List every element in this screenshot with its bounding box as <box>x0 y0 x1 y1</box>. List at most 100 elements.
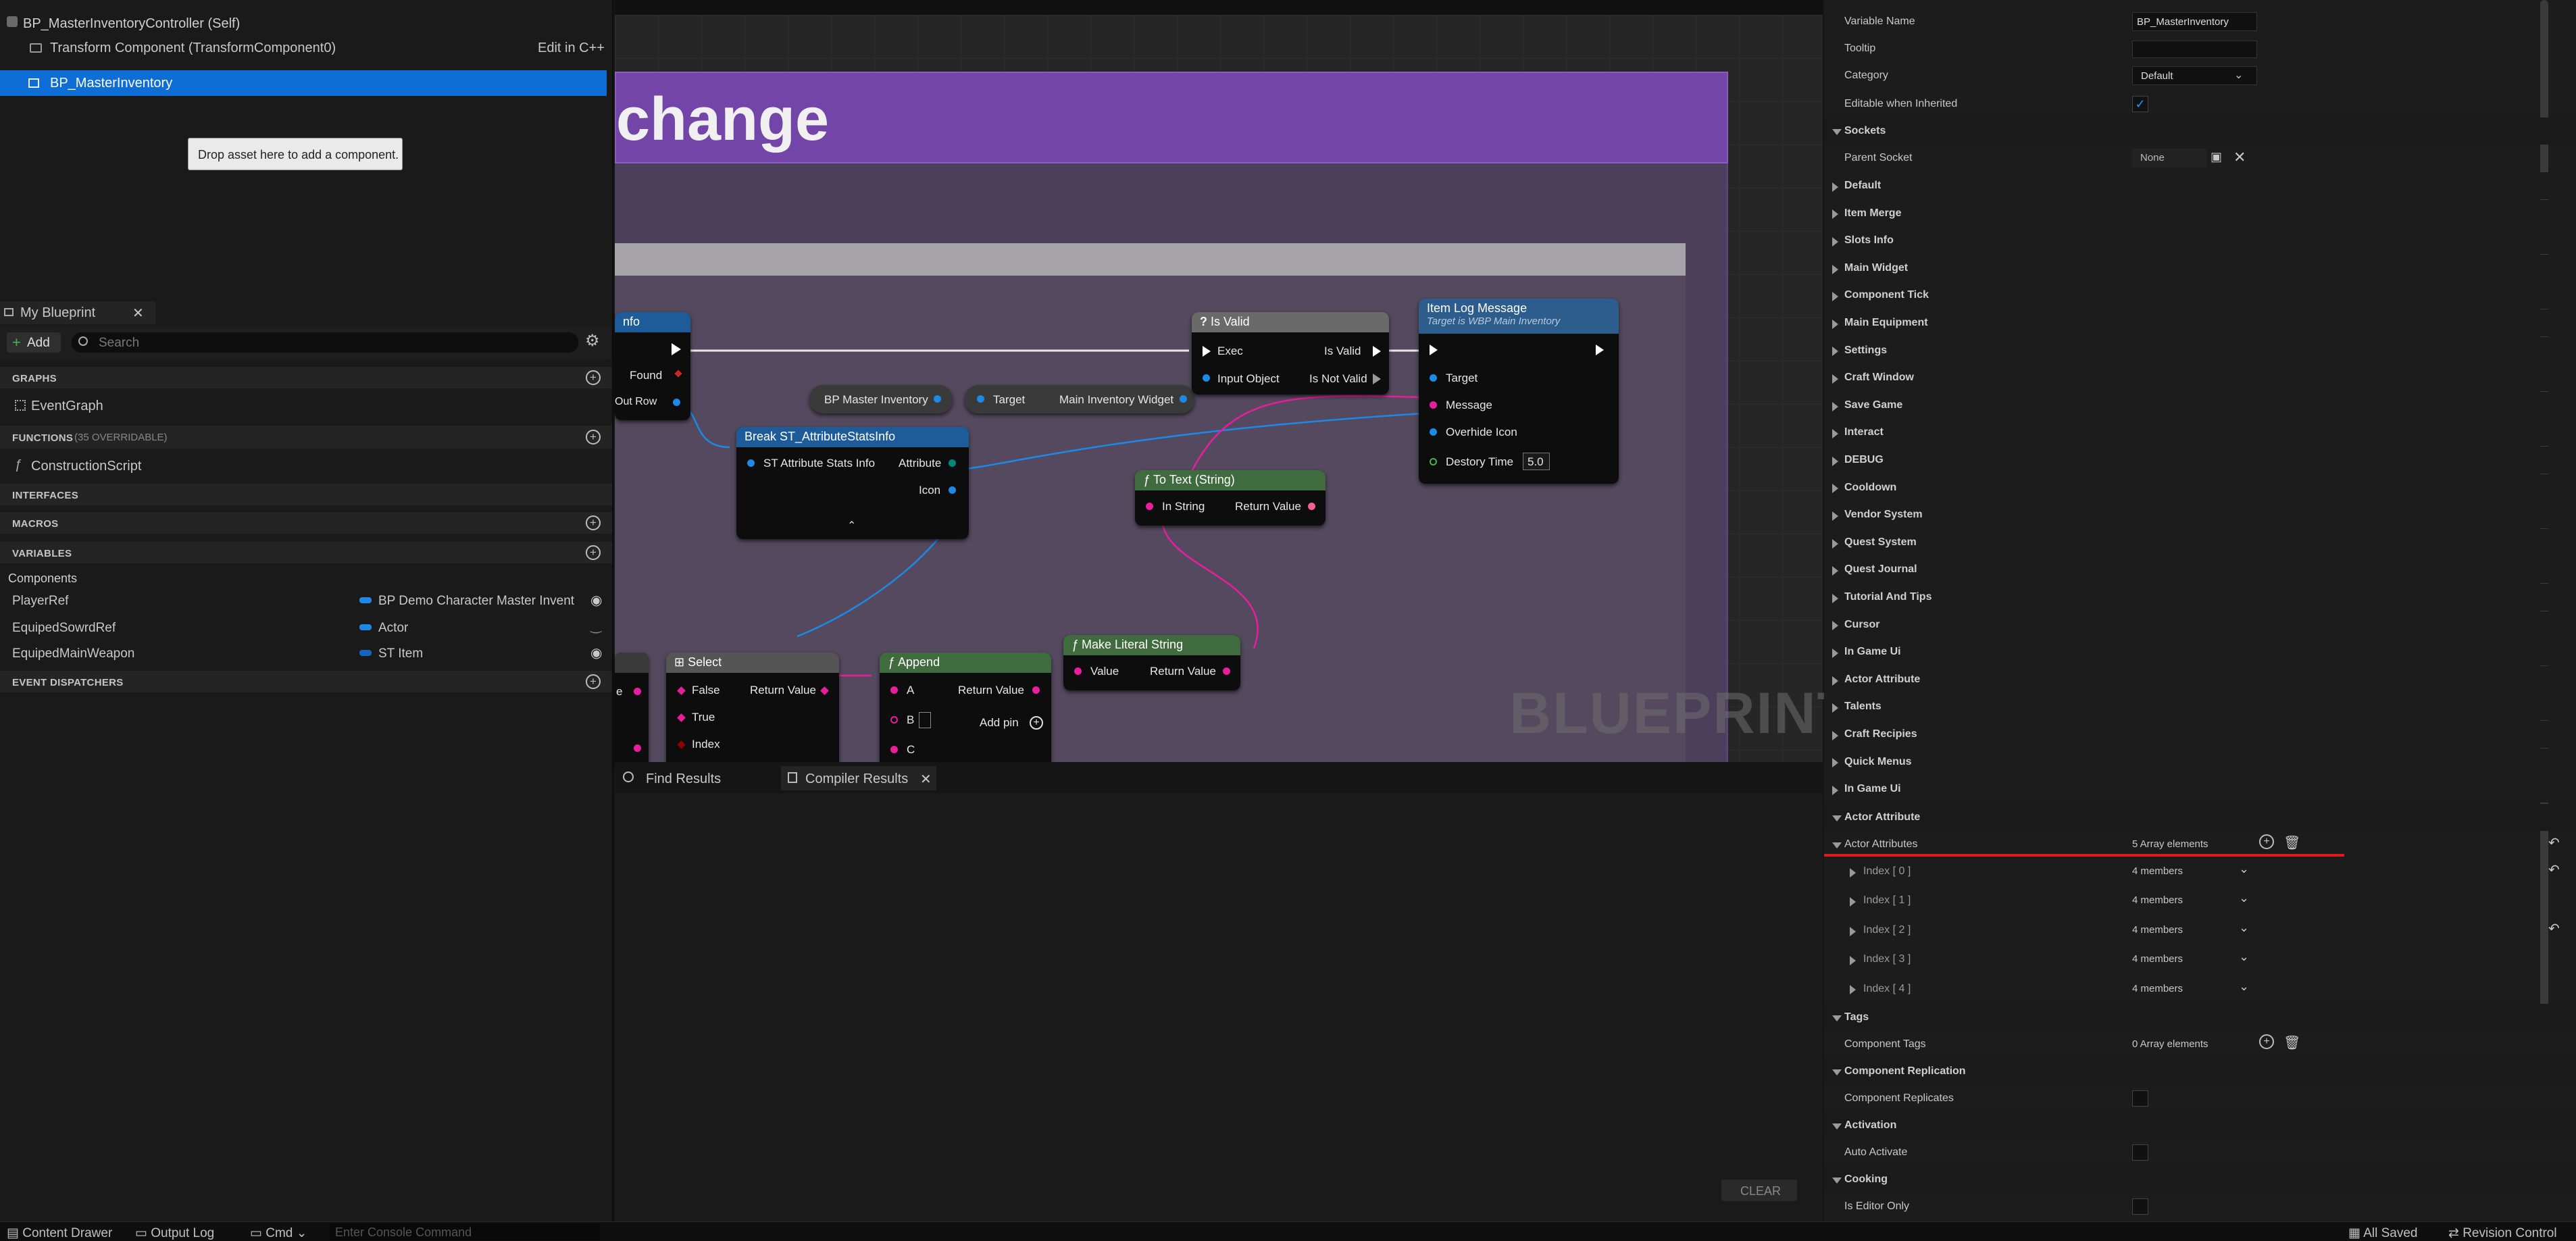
auto-activate-checkbox[interactable] <box>2132 1144 2148 1161</box>
details-category-header[interactable]: Tutorial And Tips <box>1824 584 2576 611</box>
sockets-header[interactable]: Sockets <box>1824 118 2576 145</box>
details-category-header[interactable]: Talents <box>1824 693 2576 721</box>
details-category-header[interactable]: Craft Recipies <box>1824 721 2576 748</box>
details-category-header[interactable]: Quest Journal <box>1824 556 2576 584</box>
partial-node[interactable]: e <box>615 653 649 769</box>
array-index-row[interactable]: Index [ 0 ] 4 members ⌄ ↶ <box>1824 858 2576 885</box>
getter-out-pin[interactable] <box>934 395 941 403</box>
add-element-icon[interactable]: + <box>2259 834 2274 849</box>
a-pin[interactable] <box>890 686 898 694</box>
variable-row[interactable]: EquipedMainWeapon ST Item ◉ <box>0 642 612 665</box>
gear-icon[interactable]: ⚙ <box>585 331 600 351</box>
is-valid-exec-pin[interactable] <box>1373 346 1381 357</box>
chevron-down-icon[interactable]: ⌄ <box>2239 891 2249 905</box>
details-category-header[interactable]: Craft Window <box>1824 364 2576 392</box>
item-log-message-node[interactable]: Item Log Message Target is WBP Main Inve… <box>1419 299 1619 484</box>
editor-only-checkbox[interactable] <box>2132 1198 2148 1215</box>
b-pin[interactable] <box>890 716 898 724</box>
details-category-header[interactable]: In Game Ui <box>1824 638 2576 666</box>
target-pin[interactable] <box>1430 374 1437 382</box>
add-pin-icon[interactable]: + <box>1030 716 1043 730</box>
variable-type[interactable]: Actor <box>378 621 408 636</box>
close-tab-icon[interactable]: ✕ <box>920 771 932 788</box>
macros-section-header[interactable]: MACROS + <box>0 512 612 534</box>
details-category-header[interactable]: Cursor <box>1824 611 2576 638</box>
interfaces-section-header[interactable]: INTERFACES <box>0 484 612 505</box>
c-pin[interactable] <box>890 746 898 753</box>
details-category-header[interactable]: Settings <box>1824 336 2576 364</box>
details-category-header[interactable]: Main Equipment <box>1824 309 2576 336</box>
array-index-row[interactable]: Index [ 4 ] 4 members ⌄ <box>1824 976 2576 1003</box>
details-category-header[interactable]: Main Widget <box>1824 254 2576 282</box>
details-category-header[interactable]: Default <box>1824 172 2576 199</box>
main-inventory-widget-getter[interactable]: Target Main Inventory Widget <box>965 385 1194 413</box>
variable-row[interactable]: EquipedSowrdRef Actor ‿ <box>0 616 612 639</box>
struct-in-pin[interactable] <box>747 459 755 467</box>
parent-socket-field[interactable]: None <box>2132 149 2206 168</box>
widget-out-pin[interactable] <box>1180 395 1187 403</box>
details-category-header[interactable]: Interact <box>1824 419 2576 447</box>
make-literal-string-node[interactable]: ƒ Make Literal String Value Return Value <box>1063 635 1240 690</box>
trash-icon[interactable]: 🗑 <box>2283 834 2300 851</box>
cmd-dropdown[interactable]: ▭ Cmd ⌄ <box>250 1225 307 1241</box>
exec-in-pin[interactable] <box>1203 346 1211 357</box>
return-value-pin[interactable] <box>1032 686 1040 694</box>
add-function-icon[interactable]: + <box>586 430 601 445</box>
revision-control-button[interactable]: ⇄ Revision Control <box>2448 1225 2557 1241</box>
b-text-input[interactable] <box>919 712 931 728</box>
true-pin[interactable] <box>677 713 686 722</box>
category-combo[interactable]: Default ⌄ <box>2132 66 2257 85</box>
replicates-checkbox[interactable] <box>2132 1090 2148 1107</box>
exec-in-pin[interactable] <box>1430 345 1438 355</box>
compiler-results-tab[interactable]: Compiler Results ✕ <box>781 766 936 790</box>
variable-row[interactable]: PlayerRef BP Demo Character Master Inven… <box>0 589 612 612</box>
clear-button[interactable]: CLEAR <box>1721 1180 1797 1201</box>
console-input[interactable]: Enter Console Command <box>330 1223 600 1240</box>
chevron-down-icon[interactable] <box>1832 840 1842 852</box>
details-category-header[interactable]: In Game Ui <box>1824 776 2576 803</box>
array-index-row[interactable]: Index [ 3 ] 4 members ⌄ <box>1824 946 2576 973</box>
attribute-pin[interactable] <box>949 459 956 467</box>
append-node[interactable]: ƒ Append A Return Value B Add pin + C <box>880 653 1051 769</box>
destory-time-input[interactable]: 5.0 <box>1523 453 1550 470</box>
details-category-header[interactable]: DEBUG <box>1824 447 2576 474</box>
index-pin[interactable] <box>677 740 686 749</box>
details-category-header[interactable]: Quest System <box>1824 528 2576 556</box>
details-category-header[interactable]: Cooldown <box>1824 474 2576 501</box>
bp-master-inventory-getter[interactable]: BP Master Inventory <box>809 385 953 413</box>
browse-icon[interactable]: ▣ <box>2211 150 2222 164</box>
event-dispatchers-section-header[interactable]: EVENT DISPATCHERS + <box>0 671 612 692</box>
my-blueprint-tab[interactable]: My Blueprint ✕ <box>0 301 155 324</box>
find-results-tab[interactable]: Find Results <box>619 766 781 790</box>
add-graph-icon[interactable]: + <box>586 370 601 385</box>
eye-icon[interactable]: ◉ <box>590 592 602 609</box>
select-node[interactable]: ⊞ Select False Return Value True Index <box>666 653 839 769</box>
message-pin[interactable] <box>1430 401 1437 409</box>
reset-icon[interactable]: ↶ <box>2548 834 2560 851</box>
details-category-header[interactable]: Item Merge <box>1824 199 2576 227</box>
is-not-valid-exec-pin[interactable] <box>1373 374 1381 384</box>
all-saved-indicator[interactable]: ▦ All Saved <box>2348 1225 2417 1241</box>
variable-type[interactable]: BP Demo Character Master Invent <box>378 594 574 609</box>
add-dispatcher-icon[interactable]: + <box>586 674 601 689</box>
component-selected-row[interactable]: BP_MasterInventory <box>0 70 607 96</box>
is-valid-node[interactable]: ? Is Valid Exec Is Valid Input Object Is… <box>1192 312 1389 395</box>
target-in-pin[interactable] <box>977 395 984 403</box>
close-tab-icon[interactable]: ✕ <box>132 305 144 322</box>
edit-in-cpp-link[interactable]: Edit in C++ <box>538 41 605 56</box>
replication-header[interactable]: Component Replication <box>1824 1058 2576 1085</box>
array-index-row[interactable]: Index [ 2 ] 4 members ⌄ ↶ <box>1824 917 2576 944</box>
partial-out-pin[interactable] <box>634 744 641 752</box>
reset-icon[interactable]: ↶ <box>2548 920 2560 937</box>
to-text-node[interactable]: ƒ To Text (String) In String Return Valu… <box>1135 470 1325 526</box>
variable-type[interactable]: ST Item <box>378 647 423 661</box>
chevron-down-icon[interactable]: ⌄ <box>2239 950 2249 964</box>
details-category-header[interactable]: Slots Info <box>1824 227 2576 255</box>
in-string-pin[interactable] <box>1146 503 1153 510</box>
details-category-header[interactable]: Component Tick <box>1824 282 2576 309</box>
eye-icon[interactable]: ◉ <box>590 644 602 661</box>
search-input[interactable]: Search <box>72 332 578 353</box>
construction-script-item[interactable]: ƒ ConstructionScript <box>0 455 612 478</box>
return-value-pin[interactable] <box>1308 503 1315 510</box>
chevron-down-icon[interactable]: ⌄ <box>2239 921 2249 935</box>
